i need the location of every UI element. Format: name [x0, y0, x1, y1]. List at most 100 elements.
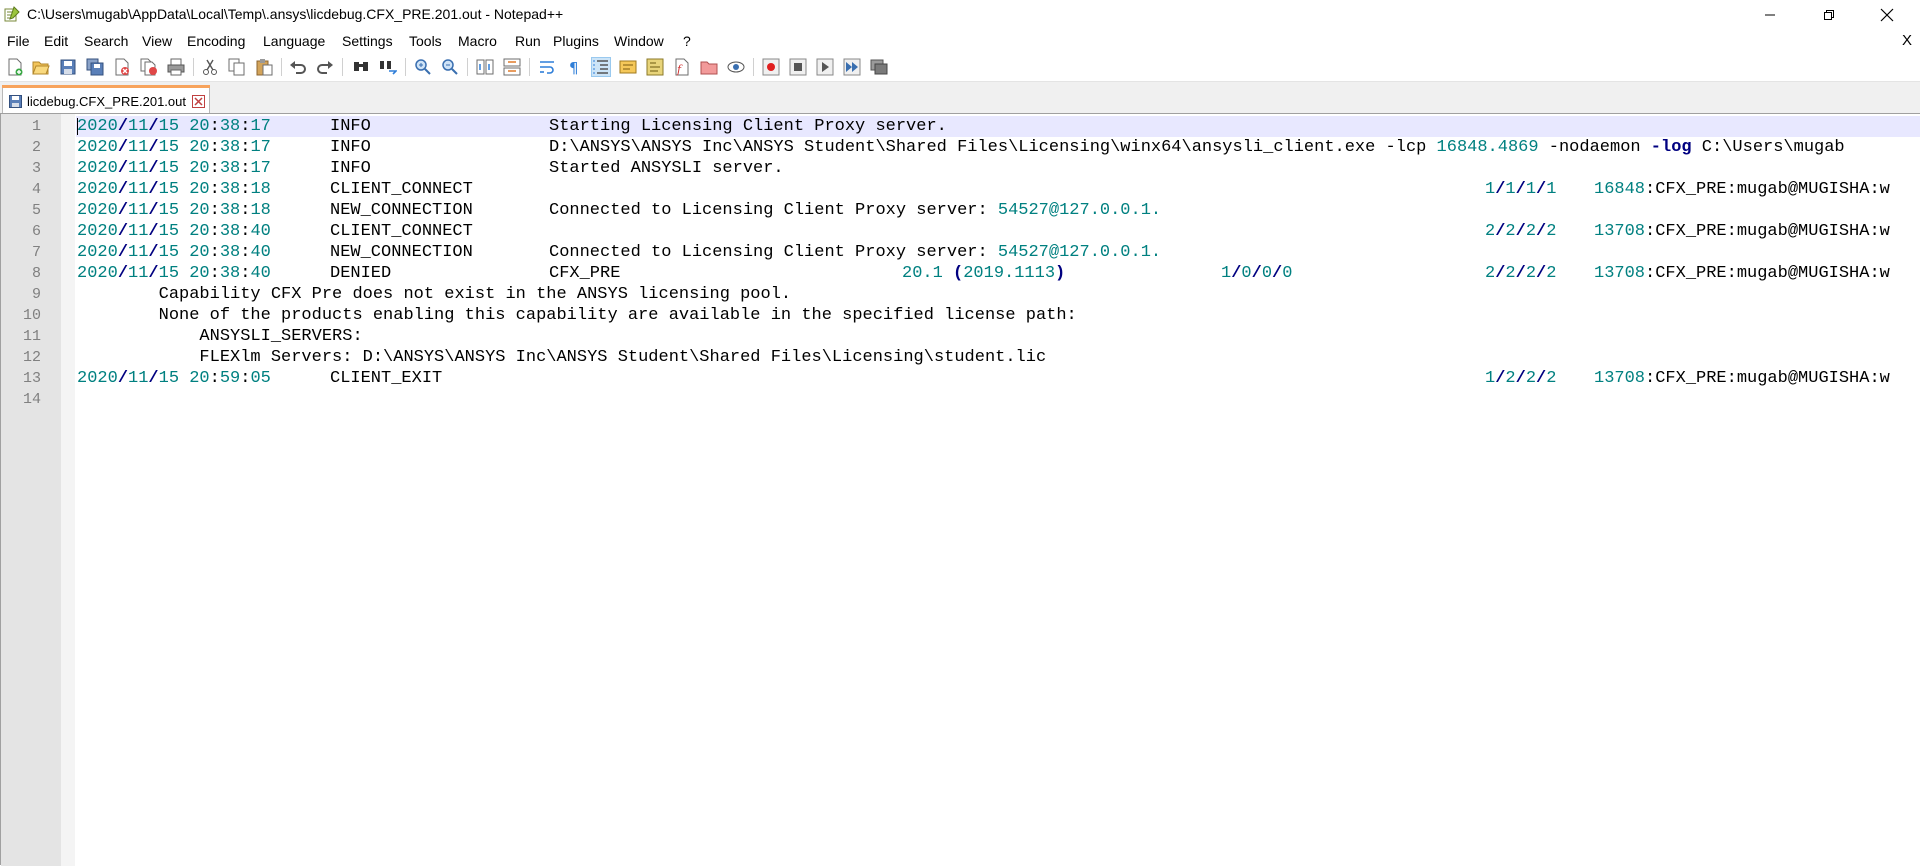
close-icon — [1880, 8, 1894, 22]
feature-version: 20.1 (2019.1113) — [902, 264, 1066, 283]
minimize-button[interactable] — [1747, 0, 1793, 30]
copy-icon[interactable] — [228, 58, 246, 76]
zoom-in-icon[interactable] — [414, 58, 432, 76]
run-macro-multiple-icon[interactable] — [843, 58, 861, 76]
tab-close-icon[interactable] — [192, 95, 205, 108]
code-line: 2020/11/15 20:38:17 INFO D:\ANSYS\ANSYS … — [76, 137, 1920, 158]
stop-macro-icon[interactable] — [789, 58, 807, 76]
license-counts: 2/2/2/2 — [1485, 222, 1557, 241]
line-number: 7 — [31, 244, 41, 261]
save-macro-icon[interactable] — [870, 58, 888, 76]
menu-macro[interactable]: Macro — [458, 33, 497, 49]
line-number: 6 — [31, 223, 41, 240]
show-all-chars-icon[interactable]: ¶ — [565, 58, 583, 76]
code-line: 2020/11/15 20:38:40 CLIENT_CONNECT 2/2/2… — [76, 221, 1920, 242]
sync-vertical-icon[interactable] — [476, 58, 494, 76]
message: Capability CFX Pre does not exist in the… — [77, 285, 792, 304]
text-area[interactable]: 2020/11/15 20:38:17 INFO Starting Licens… — [76, 114, 1920, 866]
function-list-icon[interactable]: f — [673, 58, 691, 76]
toolbar-separator — [193, 58, 194, 76]
license-counts: 1/2/2/2 — [1485, 369, 1557, 388]
print-icon[interactable] — [167, 58, 185, 76]
menu-encoding[interactable]: Encoding — [187, 33, 245, 49]
menu-view[interactable]: View — [142, 33, 172, 49]
close-icon[interactable] — [113, 58, 131, 76]
restore-button[interactable] — [1806, 0, 1852, 30]
line-number-gutter: 1 2 3 4 5 6 7 8 9 10 11 12 13 14 — [1, 114, 61, 866]
menu-window[interactable]: Window — [614, 33, 664, 49]
license-counts: 2/2/2/2 — [1485, 264, 1557, 283]
feature-name: CFX_PRE — [549, 264, 621, 283]
menu-help[interactable]: ? — [683, 33, 691, 49]
toolbar-separator — [529, 58, 530, 76]
timestamp: 2020/11/15 20:59:05 — [77, 369, 271, 388]
play-macro-icon[interactable] — [816, 58, 834, 76]
line-number: 2 — [31, 139, 41, 156]
timestamp: 2020/11/15 20:38:40 — [77, 243, 271, 262]
menu-run[interactable]: Run — [515, 33, 541, 49]
event-type: DENIED — [330, 264, 392, 283]
undo-icon[interactable] — [289, 58, 307, 76]
minimize-icon — [1765, 14, 1775, 16]
toolbar: ¶ f — [0, 52, 1920, 82]
menu-plugins[interactable]: Plugins — [553, 33, 599, 49]
save-icon[interactable] — [59, 58, 77, 76]
code-line: 2020/11/15 20:38:40 DENIED CFX_PRE 20.1 … — [76, 263, 1920, 284]
monitoring-icon[interactable] — [727, 58, 745, 76]
code-line: 2020/11/15 20:38:18 CLIENT_CONNECT 1/1/1… — [76, 179, 1920, 200]
event-type: NEW_CONNECTION — [330, 201, 473, 220]
tab-licdebug[interactable]: licdebug.CFX_PRE.201.out — [2, 85, 210, 113]
code-line: 2020/11/15 20:38:40 NEW_CONNECTION Conne… — [76, 242, 1920, 263]
cut-icon[interactable] — [201, 58, 219, 76]
toolbar-separator — [467, 58, 468, 76]
event-type: CLIENT_CONNECT — [330, 222, 473, 241]
menu-language[interactable]: Language — [263, 33, 325, 49]
window-title: C:\Users\mugab\AppData\Local\Temp\.ansys… — [27, 6, 564, 22]
indent-guide-icon[interactable] — [591, 57, 611, 77]
event-type: INFO — [330, 159, 371, 178]
code-line: ANSYSLI_SERVERS: — [76, 326, 1920, 347]
close-all-icon[interactable] — [140, 58, 158, 76]
zoom-out-icon[interactable] — [441, 58, 459, 76]
new-file-icon[interactable] — [6, 58, 24, 76]
find-icon[interactable] — [352, 58, 370, 76]
message: Started ANSYSLI server. — [549, 159, 784, 178]
open-file-icon[interactable] — [32, 58, 50, 76]
tab-bar: licdebug.CFX_PRE.201.out — [0, 82, 1920, 113]
line-number: 8 — [31, 265, 41, 282]
line-number: 5 — [31, 202, 41, 219]
udl-icon[interactable] — [619, 58, 637, 76]
menu-edit[interactable]: Edit — [44, 33, 68, 49]
title-bar: C:\Users\mugab\AppData\Local\Temp\.ansys… — [0, 0, 1920, 30]
timestamp: 2020/11/15 20:38:40 — [77, 222, 271, 241]
menu-file[interactable]: File — [7, 33, 30, 49]
line-number: 3 — [31, 160, 41, 177]
timestamp: 2020/11/15 20:38:18 — [77, 180, 271, 199]
replace-icon[interactable] — [379, 58, 397, 76]
close-document-button[interactable]: X — [1902, 32, 1912, 49]
word-wrap-icon[interactable] — [538, 58, 556, 76]
client-info: 13708:CFX_PRE:mugab@MUGISHA:w — [1594, 222, 1890, 241]
code-line: 2020/11/15 20:38:17 INFO Starting Licens… — [76, 116, 1920, 137]
code-line: Capability CFX Pre does not exist in the… — [76, 284, 1920, 305]
doc-map-icon[interactable] — [646, 58, 664, 76]
record-macro-icon[interactable] — [762, 58, 780, 76]
toolbar-separator — [281, 58, 282, 76]
sync-horizontal-icon[interactable] — [503, 58, 521, 76]
editor[interactable]: 1 2 3 4 5 6 7 8 9 10 11 12 13 14 2020/11… — [0, 113, 1920, 866]
toolbar-separator — [753, 58, 754, 76]
event-type: CLIENT_EXIT — [330, 369, 443, 388]
paste-icon[interactable] — [255, 58, 273, 76]
redo-icon[interactable] — [316, 58, 334, 76]
menu-tools[interactable]: Tools — [409, 33, 442, 49]
close-window-button[interactable] — [1864, 0, 1910, 30]
save-all-icon[interactable] — [86, 58, 104, 76]
folder-workspace-icon[interactable] — [700, 58, 718, 76]
client-info: 13708:CFX_PRE:mugab@MUGISHA:w — [1594, 369, 1890, 388]
timestamp: 2020/11/15 20:38:17 — [77, 138, 271, 157]
timestamp: 2020/11/15 20:38:17 — [77, 117, 271, 136]
menu-settings[interactable]: Settings — [342, 33, 393, 49]
menu-search[interactable]: Search — [84, 33, 128, 49]
request-counts: 1/0/0/0 — [1221, 264, 1293, 283]
line-number: 1 — [31, 118, 41, 135]
